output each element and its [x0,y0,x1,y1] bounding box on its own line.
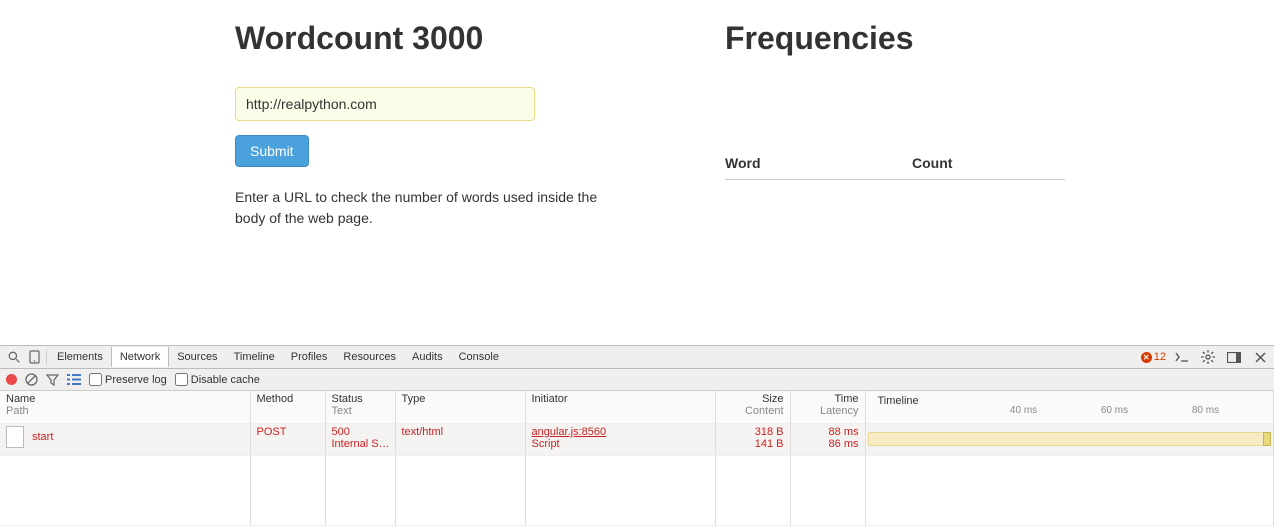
cell-timeline [865,424,1274,456]
page-title: Wordcount 3000 [235,20,725,57]
cell-size: 318 B141 B [715,424,790,456]
error-icon: ✕ [1141,352,1152,363]
cell-method: POST [250,424,325,456]
preserve-log-checkbox[interactable]: Preserve log [89,373,167,386]
console-drawer-icon[interactable] [1172,351,1192,363]
tab-profiles[interactable]: Profiles [283,347,336,367]
disable-cache-checkbox[interactable]: Disable cache [175,373,260,386]
device-icon[interactable] [24,350,44,364]
col-time[interactable]: TimeLatency [790,391,865,424]
filter-icon[interactable] [46,374,59,386]
close-icon[interactable] [1250,352,1270,363]
col-initiator[interactable]: Initiator [525,391,715,424]
tab-audits[interactable]: Audits [404,347,451,367]
submit-button[interactable]: Submit [235,135,309,167]
tab-network[interactable]: Network [111,347,169,367]
list-view-icon[interactable] [67,374,81,385]
request-name: start [32,431,53,443]
network-table: NamePath Method StatusText Type Initiato… [0,391,1274,526]
tab-elements[interactable]: Elements [49,347,111,367]
preserve-log-label: Preserve log [105,374,167,386]
url-input[interactable] [235,87,535,121]
cell-type: text/html [395,424,525,456]
table-row[interactable]: start POST 500Internal S… text/html angu… [0,424,1274,456]
clear-icon[interactable] [25,373,38,386]
gear-icon[interactable] [1198,350,1218,364]
col-count: Count [912,147,1065,180]
cell-initiator[interactable]: angular.js:8560Script [525,424,715,456]
tab-timeline[interactable]: Timeline [226,347,283,367]
col-word: Word [725,147,912,180]
col-type[interactable]: Type [395,391,525,424]
help-text: Enter a URL to check the number of words… [235,187,615,229]
error-count-value: 12 [1154,351,1166,363]
cell-status: 500Internal S… [325,424,395,456]
tab-sources[interactable]: Sources [169,347,225,367]
search-icon[interactable] [4,351,24,364]
tick-40: 40 ms [1010,405,1037,416]
record-icon[interactable] [6,374,17,385]
frequencies-title: Frequencies [725,20,1234,57]
devtools-panel: Elements Network Sources Timeline Profil… [0,345,1274,519]
table-row-empty [0,456,1274,526]
col-size[interactable]: SizeContent [715,391,790,424]
tab-console[interactable]: Console [451,347,507,367]
disable-cache-input[interactable] [175,373,188,386]
error-count-badge[interactable]: ✕ 12 [1141,351,1166,363]
col-timeline[interactable]: Timeline 40 ms 60 ms 80 ms [865,391,1274,424]
tab-resources[interactable]: Resources [335,347,404,367]
cell-time: 88 ms86 ms [790,424,865,456]
dock-icon[interactable] [1224,352,1244,363]
frequencies-table: Word Count [725,147,1065,180]
col-method[interactable]: Method [250,391,325,424]
col-status[interactable]: StatusText [325,391,395,424]
col-name[interactable]: NamePath [0,391,250,424]
tick-80: 80 ms [1192,405,1219,416]
file-icon [6,426,24,448]
disable-cache-label: Disable cache [191,374,260,386]
tick-60: 60 ms [1101,405,1128,416]
preserve-log-input[interactable] [89,373,102,386]
